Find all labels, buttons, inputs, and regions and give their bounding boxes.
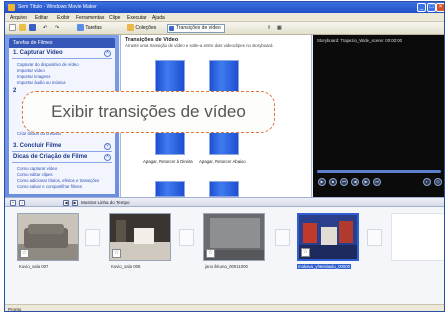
- zoom-in-icon[interactable]: +: [10, 200, 16, 206]
- clip-label: jano ikkuna_00011000: [205, 264, 248, 269]
- tasks-button-label: Tarefas: [85, 25, 102, 31]
- transition-tile[interactable]: [209, 181, 239, 197]
- collection-select-icon: [169, 26, 174, 31]
- menu-exibir[interactable]: Exibir: [57, 15, 70, 21]
- collections-button[interactable]: Coleções: [127, 24, 156, 33]
- redo-icon[interactable]: ↷: [55, 24, 59, 33]
- clip-label: Kuvio_sala 008: [111, 264, 141, 269]
- menu-arquivo[interactable]: Arquivo: [10, 15, 27, 21]
- task-link-tip-capture[interactable]: Como capturar vídeo: [17, 166, 57, 171]
- play-icon[interactable]: ▶: [318, 178, 326, 186]
- task-link-import-images[interactable]: Importar imagens: [17, 74, 50, 79]
- seek-bar[interactable]: [317, 170, 441, 173]
- rewind-storyboard-icon[interactable]: ◀: [63, 200, 69, 206]
- split-clip-icon[interactable]: ◐: [423, 178, 431, 186]
- star-icon: ☆: [301, 248, 310, 257]
- show-timeline-button[interactable]: Mostrar Linha do Tempo: [81, 200, 129, 205]
- storyboard-clip-selected[interactable]: ☆: [297, 213, 359, 261]
- menu-executar[interactable]: Executar: [127, 15, 147, 21]
- storyboard-clip[interactable]: ☆: [109, 213, 171, 261]
- undo-icon[interactable]: ↶: [43, 24, 47, 33]
- chevron-up-icon[interactable]: ˄: [104, 154, 111, 161]
- storyboard-clip[interactable]: ☆: [203, 213, 265, 261]
- transition-label: Apagar, Retorcer à Direita: [143, 159, 193, 164]
- open-project-icon[interactable]: [19, 24, 26, 33]
- task-link-import-video[interactable]: Importar vídeo: [17, 68, 45, 73]
- save-project-icon[interactable]: [29, 24, 36, 33]
- collection-view-icon[interactable]: ▦: [277, 24, 282, 33]
- capture-section-title[interactable]: 1. Capturar Vídeo: [13, 50, 63, 56]
- transition-slot[interactable]: [85, 229, 100, 246]
- task-link-tip-effects[interactable]: Como adicionar títulos, efeitos e transi…: [17, 178, 99, 183]
- up-level-icon[interactable]: ⇧: [267, 24, 271, 33]
- collection-select[interactable]: Transições de vídeo: [167, 24, 225, 33]
- star-icon: ☆: [112, 249, 121, 258]
- collection-select-value: Transições de vídeo: [176, 25, 221, 31]
- menu-bar: Arquivo Editar Exibir Ferramentas Clipe …: [5, 13, 444, 22]
- section-divider: [12, 162, 112, 163]
- new-project-icon[interactable]: [9, 24, 16, 33]
- previous-frame-icon[interactable]: ⏮: [340, 178, 348, 186]
- movie-maker-window: Sem Título - Windows Movie Maker _ □ × A…: [4, 1, 445, 312]
- task-link-capture-device[interactable]: Capturar do dispositivo de vídeo: [17, 62, 79, 67]
- narrate-icon[interactable]: ♪: [19, 200, 25, 206]
- task-link-import-audio[interactable]: Importar áudio ou música: [17, 80, 65, 85]
- stop-icon[interactable]: ■: [329, 178, 337, 186]
- collections-button-label: Coleções: [135, 25, 157, 31]
- callout-text: Exibir transições de vídeo: [51, 102, 246, 121]
- rewind-icon[interactable]: ◀: [351, 178, 359, 186]
- status-bar: Pronto: [5, 304, 444, 312]
- finish-section-title[interactable]: 3. Concluir Filme: [13, 143, 61, 149]
- play-storyboard-icon[interactable]: ▶: [72, 200, 78, 206]
- tasks-icon: [77, 24, 84, 32]
- transition-slot[interactable]: [275, 229, 290, 246]
- section-divider: [12, 58, 112, 59]
- edit-section-title[interactable]: 2: [13, 88, 16, 94]
- callout-bubble: Exibir transições de vídeo: [22, 91, 275, 133]
- window-title: Sem Título - Windows Movie Maker: [18, 4, 97, 10]
- empty-clip-slot[interactable]: [391, 213, 444, 261]
- star-icon: ☆: [20, 249, 29, 258]
- tips-section-title[interactable]: Dicas de Criação de Filme: [13, 154, 87, 160]
- app-icon: [8, 4, 15, 11]
- storyboard-toolbar: + ♪ ◀ ▶ Mostrar Linha do Tempo: [5, 197, 444, 207]
- close-button[interactable]: ×: [436, 3, 444, 12]
- task-link-tip-edit[interactable]: Como editar clipes: [17, 172, 53, 177]
- menu-clipe[interactable]: Clipe: [109, 15, 120, 21]
- player-caption: Storyboard: Trapezio_Wide_scene: 00:00:0…: [317, 38, 403, 43]
- next-frame-icon[interactable]: ⏭: [373, 178, 381, 186]
- tasks-pane-header: Tarefas de Filmes: [9, 38, 115, 48]
- menu-editar[interactable]: Editar: [35, 15, 48, 21]
- title-bar: Sem Título - Windows Movie Maker _ □ ×: [5, 2, 444, 13]
- menu-ferramentas[interactable]: Ferramentas: [76, 15, 104, 21]
- maximize-button[interactable]: □: [427, 3, 436, 12]
- section-divider: [12, 151, 112, 152]
- chevron-up-icon[interactable]: ˄: [104, 50, 111, 57]
- transition-slot[interactable]: [179, 229, 194, 246]
- task-link-tip-save[interactable]: Como salvar e compartilhar filmes: [17, 184, 82, 189]
- storyboard-clip[interactable]: ☆: [17, 213, 79, 261]
- transition-tile[interactable]: [155, 181, 185, 197]
- chevron-down-icon[interactable]: ˅: [104, 143, 111, 150]
- star-icon: ☆: [206, 249, 215, 258]
- transition-slot[interactable]: [367, 229, 382, 246]
- preview-monitor: Storyboard: Trapezio_Wide_scene: 00:00:0…: [313, 35, 444, 197]
- snapshot-icon[interactable]: ◎: [434, 178, 442, 186]
- storyboard: ☆ ☆ ☆ ☆ Kuvio_sala 007 Kuvio_sala 008 ja…: [5, 207, 444, 304]
- transition-label: Apagar, Retorcer Abaixo: [199, 159, 246, 164]
- forward-icon[interactable]: ▶: [362, 178, 370, 186]
- clip-label: Kuvio_sala 007: [19, 264, 49, 269]
- clip-label-selected: mukava_yhteislaulu_00000: [297, 264, 352, 269]
- collection-instructions: Arraste uma transição de vídeo e solte-a…: [125, 43, 274, 48]
- minimize-button[interactable]: _: [417, 3, 426, 12]
- collections-icon: [127, 24, 134, 32]
- main-toolbar: ↶ ↷ Tarefas Coleções Transições de vídeo…: [5, 22, 444, 35]
- tasks-button[interactable]: Tarefas: [77, 24, 102, 33]
- menu-ajuda[interactable]: Ajuda: [152, 15, 165, 21]
- status-text: Pronto: [8, 307, 22, 312]
